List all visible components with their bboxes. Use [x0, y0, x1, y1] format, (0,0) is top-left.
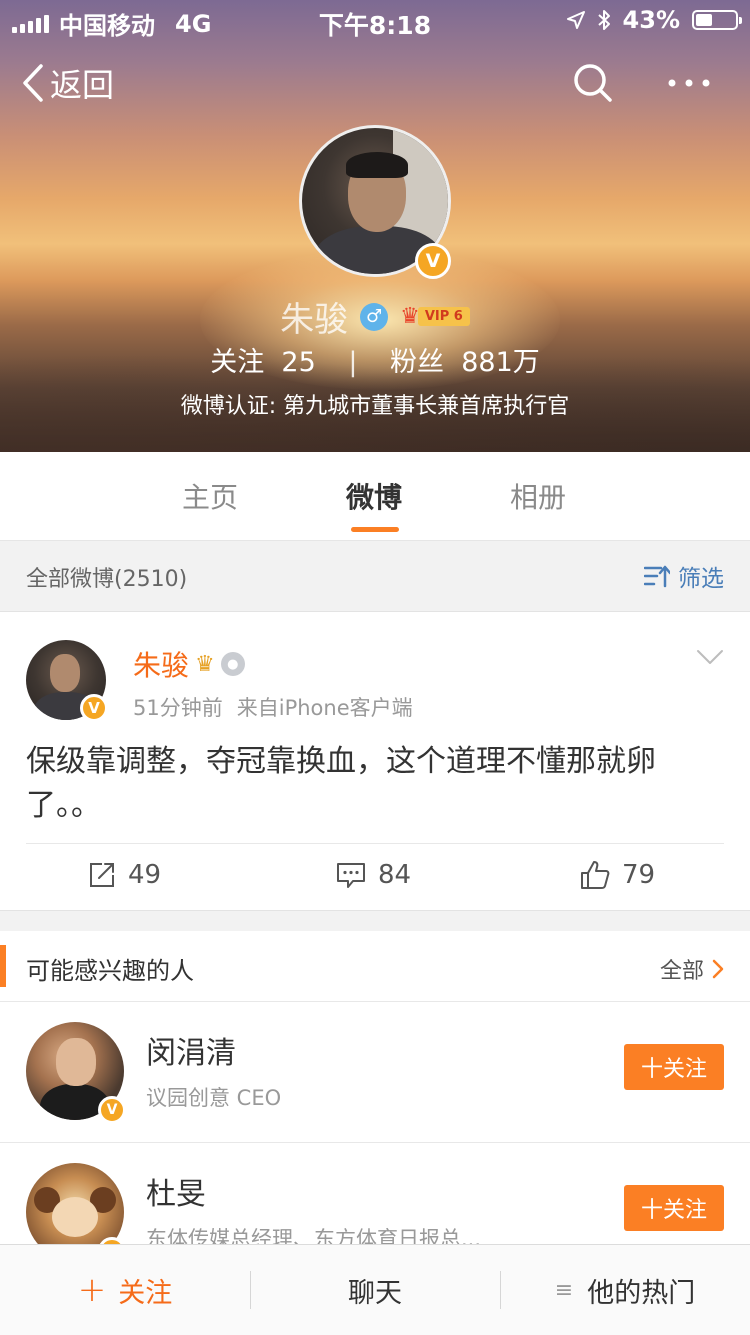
plus-icon: +	[77, 1270, 107, 1310]
comment-button[interactable]: 84	[336, 860, 411, 890]
followers-stat[interactable]: 粉丝 881万	[390, 347, 540, 378]
post-author-name: 朱骏	[133, 649, 190, 682]
status-right: 43%	[566, 6, 742, 34]
hot-posts-label: 他的热门	[587, 1277, 696, 1309]
follow-user-label: 关注	[118, 1277, 173, 1309]
all-posts-label: 全部微博(2510)	[26, 567, 188, 592]
weibo-post[interactable]: V 朱骏 ♛ ● 51分钟前 来自iPhone客户端 保级靠调整，夺冠靠换血，这个…	[0, 612, 750, 911]
comment-count: 84	[378, 860, 412, 890]
verified-badge-icon: V	[415, 243, 451, 279]
repost-icon	[90, 863, 114, 887]
chevron-left-icon	[23, 64, 43, 102]
profile-name-row: 朱骏 ♂ ♛ VIP 6	[0, 292, 750, 341]
profile-tabs: 主页 微博 相册	[0, 452, 750, 541]
tab-home[interactable]: 主页	[182, 476, 238, 516]
bottom-action-bar: + 关注 聊天 ≡ 他的热门	[0, 1244, 750, 1335]
see-all-label: 全部	[659, 959, 704, 984]
crown-icon: ♛	[400, 304, 420, 329]
list-item[interactable]: V 闵涓清 议园创意 CEO 十关注	[0, 1002, 750, 1143]
hot-posts-button[interactable]: ≡ 他的热门	[500, 1245, 750, 1335]
post-time: 51分钟前	[133, 696, 223, 720]
search-icon[interactable]	[572, 62, 614, 104]
chevron-right-icon	[712, 959, 724, 979]
filter-button[interactable]: 筛选	[644, 559, 724, 593]
chat-button[interactable]: 聊天	[250, 1245, 500, 1335]
person-name: 闵涓清	[146, 1036, 236, 1071]
follow-button[interactable]: 十关注	[624, 1185, 724, 1231]
status-bar: 中国移动 4G 下午8:18 43%	[0, 0, 750, 40]
vip-badge[interactable]: ♛ VIP 6	[400, 304, 470, 329]
suggest-header: 可能感兴趣的人 全部	[0, 931, 750, 1002]
medal-icon: ●	[220, 652, 245, 676]
back-label: 返回	[50, 66, 115, 104]
post-actions: 49 84 79	[0, 844, 750, 910]
post-author[interactable]: 朱骏 ♛ ●	[133, 644, 245, 684]
suggested-people: 可能感兴趣的人 全部 V 闵涓清 议园创意 CEO 十关注 V 杜旻 东体传媒总…	[0, 931, 750, 1265]
menu-icon: ≡	[554, 1277, 574, 1303]
active-tab-indicator	[351, 527, 399, 532]
verified-badge-icon: V	[80, 694, 108, 722]
location-icon	[566, 11, 585, 29]
following-count: 25	[281, 347, 316, 378]
like-count: 79	[622, 860, 656, 890]
follow-user-button[interactable]: + 关注	[0, 1245, 250, 1335]
person-name: 杜旻	[146, 1177, 206, 1212]
tab-album[interactable]: 相册	[510, 476, 566, 516]
vip-level: VIP 6	[417, 307, 470, 326]
more-icon[interactable]	[664, 62, 714, 104]
stats-separator: |	[348, 347, 358, 378]
vip-crown-icon: ♛	[195, 651, 215, 677]
post-source: 来自iPhone客户端	[236, 696, 413, 720]
followers-count: 881万	[461, 347, 540, 378]
certification-text: 微博认证: 第九城市董事长兼首席执行官	[180, 394, 570, 419]
filter-label: 筛选	[678, 566, 724, 592]
repost-count: 49	[128, 860, 162, 890]
like-button[interactable]: 79	[580, 860, 655, 890]
tab-weibo[interactable]: 微博	[346, 476, 402, 516]
see-all-button[interactable]: 全部	[660, 953, 724, 985]
back-button[interactable]: 返回	[22, 60, 114, 106]
follow-button[interactable]: 十关注	[624, 1044, 724, 1090]
section-accent-bar	[0, 945, 6, 987]
thumbs-up-icon	[581, 861, 610, 889]
following-stat[interactable]: 关注 25	[210, 347, 316, 378]
male-icon: ♂	[360, 302, 389, 331]
followers-label: 粉丝	[390, 347, 445, 378]
battery-level	[696, 14, 712, 26]
post-content: 保级靠调整，夺冠靠换血，这个道理不懂那就卵了。。	[26, 744, 656, 823]
post-meta: 51分钟前 来自iPhone客户端	[133, 692, 413, 722]
following-label: 关注	[210, 347, 265, 378]
profile-header: 中国移动 4G 下午8:18 43% 返回 V 朱骏 ♂ ♛ VIP 6 关注 …	[0, 0, 750, 452]
suggest-title: 可能感兴趣的人	[26, 957, 194, 985]
filter-bar: 全部微博(2510) 筛选	[0, 541, 750, 612]
battery-icon	[692, 10, 742, 30]
filter-icon	[644, 565, 670, 588]
repost-button[interactable]: 49	[88, 860, 161, 890]
comment-icon	[337, 863, 365, 888]
bluetooth-icon	[597, 10, 610, 30]
follow-stats: 关注 25 | 粉丝 881万	[0, 340, 750, 379]
nav-bar: 返回	[0, 56, 750, 112]
chevron-down-icon[interactable]	[696, 648, 724, 666]
verified-badge-icon: V	[98, 1096, 126, 1124]
person-desc: 议园创意 CEO	[146, 1086, 282, 1110]
battery-percent: 43%	[622, 6, 680, 34]
profile-name: 朱骏	[280, 300, 349, 340]
